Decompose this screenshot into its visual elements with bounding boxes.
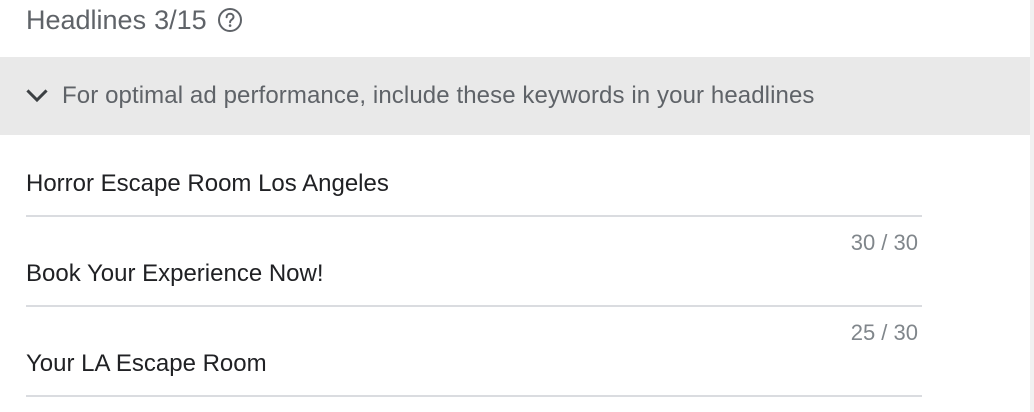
chevron-down-icon [25,84,49,108]
field-underline [26,305,922,307]
headline-field-3[interactable]: Your LA Escape Room [26,340,922,400]
headlines-title: Headlines [26,4,147,35]
field-underline [26,215,922,217]
headline-value[interactable]: Horror Escape Room Los Angeles [26,170,389,198]
headline-value[interactable]: Book Your Experience Now! [26,260,324,288]
headlines-card: Headlines 3/15 For optimal ad performanc… [0,0,1030,412]
keyword-suggestion-banner[interactable]: For optimal ad performance, include thes… [0,57,1030,135]
headline-value[interactable]: Your LA Escape Room [26,350,267,378]
help-circle-icon[interactable] [217,7,243,33]
field-underline [26,395,922,397]
banner-text: For optimal ad performance, include thes… [62,82,815,109]
scroll-edge [1030,0,1034,412]
headline-field-1[interactable]: Horror Escape Room Los Angeles [26,160,922,220]
headlines-count: 3/15 [154,4,207,35]
headlines-header: Headlines 3/15 [26,3,243,37]
headline-field-2[interactable]: Book Your Experience Now! [26,250,922,310]
